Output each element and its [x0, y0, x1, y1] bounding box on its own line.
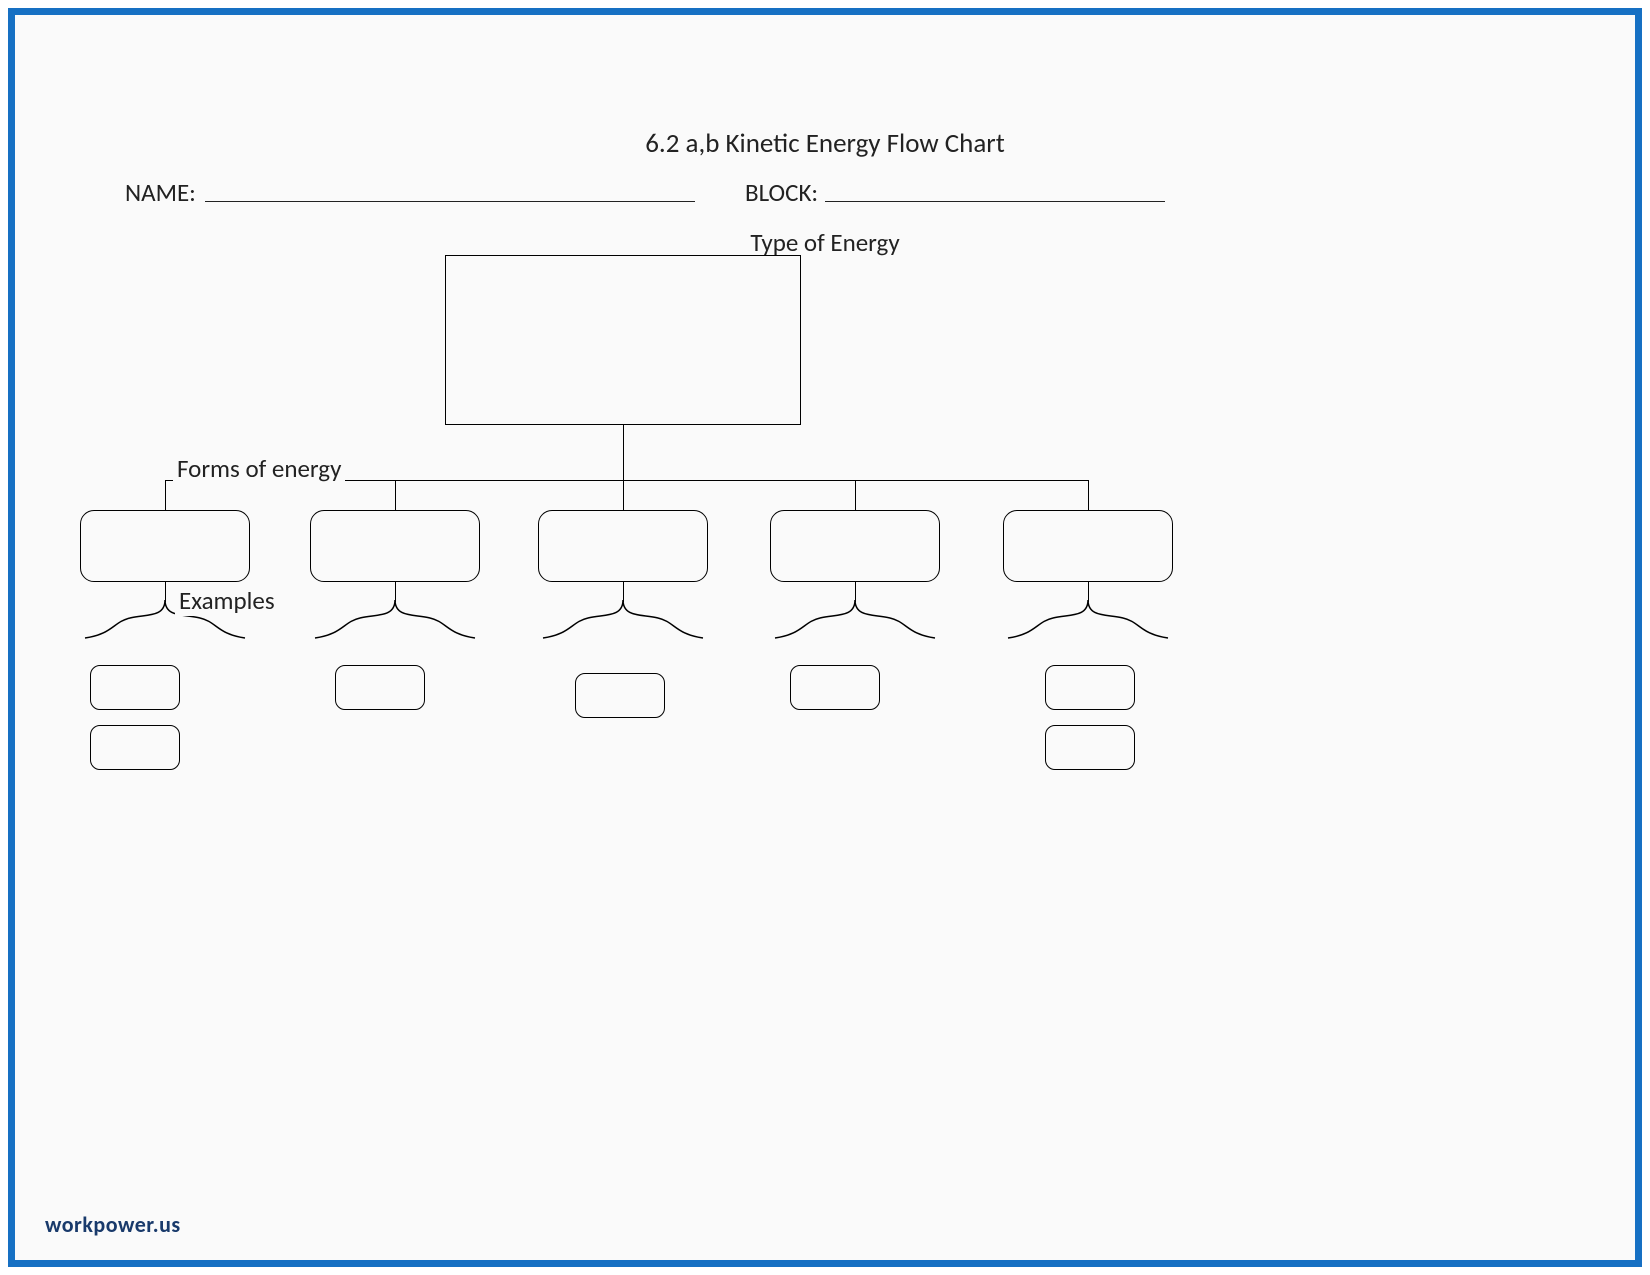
name-input-line[interactable]: [205, 201, 695, 202]
example-box-1b[interactable]: [90, 725, 180, 770]
brace-icon-2: [305, 600, 485, 660]
form-box-2[interactable]: [310, 510, 480, 582]
example-box-5a[interactable]: [1045, 665, 1135, 710]
form-stem-3: [623, 582, 624, 602]
type-of-energy-box[interactable]: [445, 255, 801, 425]
worksheet: 6.2 a,b Kinetic Energy Flow Chart NAME: …: [15, 15, 1635, 1260]
brace-icon-4: [765, 600, 945, 660]
example-box-5b[interactable]: [1045, 725, 1135, 770]
connector-v-5: [1088, 480, 1089, 510]
name-label: NAME:: [125, 177, 196, 208]
form-stem-1: [165, 582, 166, 602]
form-box-5[interactable]: [1003, 510, 1173, 582]
connector-trunk: [623, 425, 624, 480]
form-stem-5: [1088, 582, 1089, 602]
type-of-energy-label: Type of Energy: [15, 227, 1635, 258]
connector-v-3: [623, 480, 624, 510]
form-box-3[interactable]: [538, 510, 708, 582]
forms-of-energy-label: Forms of energy: [173, 453, 345, 484]
example-box-3a[interactable]: [575, 673, 665, 718]
form-stem-4: [855, 582, 856, 602]
connector-v-2: [395, 480, 396, 510]
form-stem-2: [395, 582, 396, 602]
examples-label: Examples: [175, 585, 279, 616]
example-box-1a[interactable]: [90, 665, 180, 710]
block-label: BLOCK:: [745, 177, 818, 208]
example-box-2a[interactable]: [335, 665, 425, 710]
brace-icon-5: [998, 600, 1178, 660]
connector-v-1: [165, 480, 166, 510]
form-box-4[interactable]: [770, 510, 940, 582]
block-input-line[interactable]: [825, 201, 1165, 202]
page-title: 6.2 a,b Kinetic Energy Flow Chart: [15, 127, 1635, 160]
example-box-4a[interactable]: [790, 665, 880, 710]
watermark: workpower.us: [45, 1211, 181, 1238]
header-fields: NAME: BLOCK:: [125, 177, 1525, 217]
page-frame: 6.2 a,b Kinetic Energy Flow Chart NAME: …: [8, 8, 1642, 1267]
connector-v-4: [855, 480, 856, 510]
form-box-1[interactable]: [80, 510, 250, 582]
brace-icon-3: [533, 600, 713, 660]
